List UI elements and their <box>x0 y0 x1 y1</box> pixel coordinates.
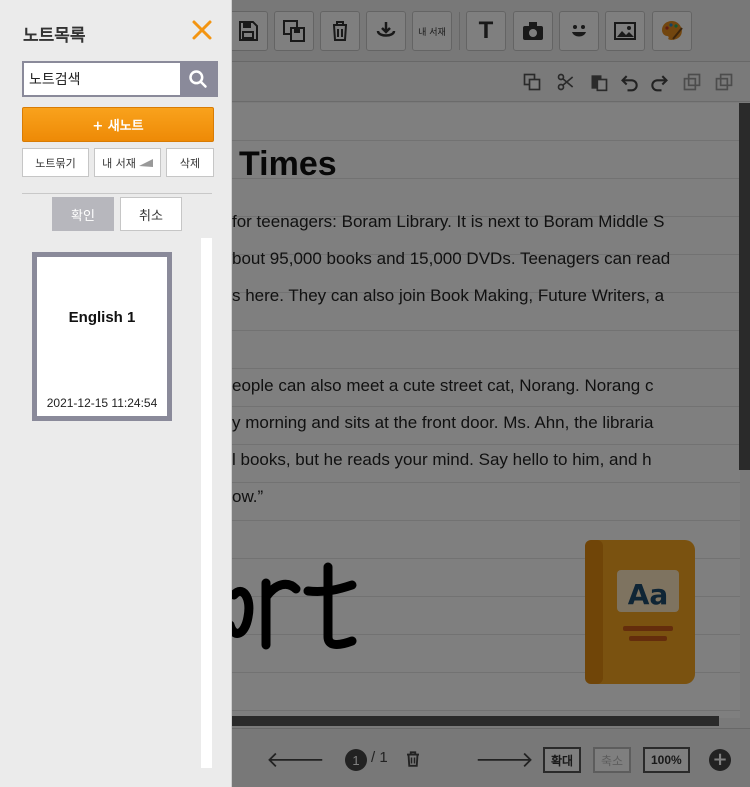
note-list-panel: 노트목록 + 새노트 노트묶기 내 서재 삭제 확인 취소 English 1 … <box>0 0 232 787</box>
my-library-button[interactable]: 내 서재 <box>94 148 161 177</box>
search-button[interactable] <box>180 63 216 95</box>
delete-button[interactable]: 삭제 <box>166 148 214 177</box>
note-card[interactable]: English 1 2021-12-15 11:24:54 <box>32 252 172 421</box>
search-icon <box>189 70 207 88</box>
modal-backdrop[interactable] <box>232 0 750 787</box>
note-date: 2021-12-15 11:24:54 <box>46 396 158 410</box>
divider <box>22 193 212 194</box>
new-note-button[interactable]: + 새노트 <box>22 107 214 142</box>
cancel-button[interactable]: 취소 <box>120 197 182 231</box>
send-arrow-icon <box>138 158 153 167</box>
panel-title: 노트목록 <box>23 26 86 46</box>
note-title: English 1 <box>68 309 136 326</box>
close-icon[interactable] <box>190 18 214 42</box>
bind-notes-label: 노트묶기 <box>35 156 76 170</box>
search-input[interactable] <box>24 63 180 95</box>
confirm-button[interactable]: 확인 <box>52 197 114 231</box>
delete-label: 삭제 <box>179 156 201 170</box>
note-search <box>22 61 218 97</box>
my-library-label: 내 서재 <box>102 156 136 170</box>
bind-notes-button[interactable]: 노트묶기 <box>22 148 89 177</box>
note-list-scrollbar[interactable] <box>201 238 212 768</box>
